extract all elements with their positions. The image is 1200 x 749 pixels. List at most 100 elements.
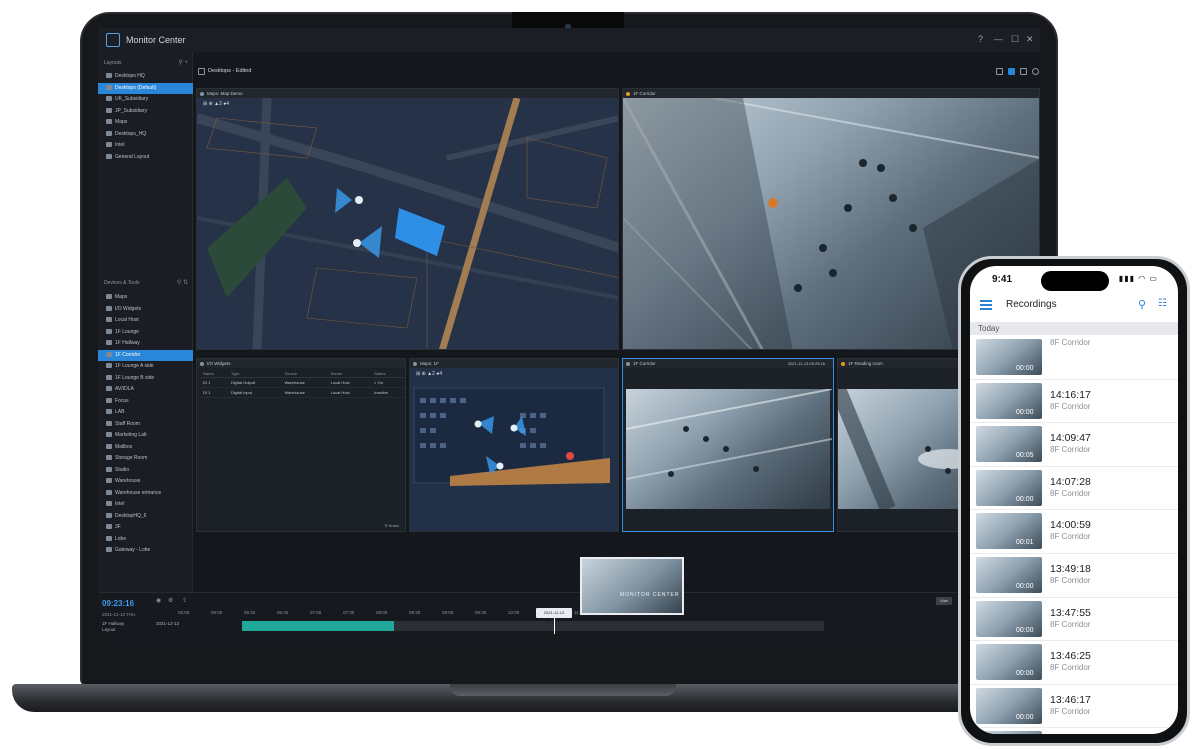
- devices-list: Maps I/O Widgets Local Host 1F Lounge 1F Hal…: [98, 292, 193, 557]
- device-item[interactable]: Gateway - Lobe: [98, 545, 193, 557]
- recording-duration: 00:00: [1016, 365, 1034, 372]
- fullscreen-icon[interactable]: [1032, 68, 1039, 75]
- minimize-button[interactable]: —: [994, 34, 1003, 44]
- device-item-label: Studio: [115, 466, 130, 473]
- recording-item[interactable]: 00:00 8F Corridor: [970, 336, 1178, 380]
- device-item-icon: [106, 443, 112, 449]
- camera-icon[interactable]: [1020, 68, 1027, 75]
- timeline-recording-segment[interactable]: [242, 621, 394, 631]
- device-item[interactable]: Mailbox: [98, 442, 193, 454]
- recording-item[interactable]: 00:01 14:00:59 8F Corridor: [970, 510, 1178, 554]
- layout-item-label: Desktops (Default): [115, 84, 157, 91]
- export-icon[interactable]: ⇪: [182, 597, 187, 604]
- search-icon[interactable]: ⚲: [1138, 298, 1146, 311]
- device-item[interactable]: 3F: [98, 522, 193, 534]
- device-item[interactable]: Lobe: [98, 534, 193, 546]
- view-name[interactable]: Desktops - Edited: [208, 68, 251, 74]
- timeline-tick-label: 08:00: [376, 610, 388, 615]
- playhead-time: 2021-12-13 09:23:16: [536, 608, 572, 625]
- devices-search-icon[interactable]: ⚲ ⇅: [177, 279, 188, 286]
- recording-item[interactable]: 00:00 13:49:18 8F Corridor: [970, 554, 1178, 598]
- recording-item[interactable]: 13:38:45: [970, 728, 1178, 734]
- device-item[interactable]: Local Host: [98, 315, 193, 327]
- device-item[interactable]: 1F Corridor: [98, 349, 193, 361]
- maximize-button[interactable]: ☐: [1011, 34, 1019, 45]
- device-item-label: 1F Corridor: [115, 351, 141, 358]
- device-item[interactable]: LAB: [98, 407, 193, 419]
- layout-grid-icon[interactable]: [198, 68, 205, 75]
- layout-item[interactable]: General Layout: [98, 152, 193, 164]
- map-panel[interactable]: Maps: Map Demo ⊞ ⊕ ▲2 ●4: [196, 88, 619, 350]
- io-widgets-panel[interactable]: I/O Widgets Name Type Source Server Stat…: [196, 358, 406, 532]
- recording-time: 14:09:47: [1050, 432, 1091, 445]
- device-item[interactable]: Intel: [98, 499, 193, 511]
- device-item-icon: [106, 374, 112, 380]
- device-item[interactable]: Storage Room: [98, 453, 193, 465]
- device-item-icon: [106, 455, 112, 461]
- device-item[interactable]: 1F Hallway: [98, 338, 193, 350]
- camera-2-video-feed[interactable]: [625, 388, 833, 509]
- io-status-dot: [200, 362, 204, 366]
- layout-item[interactable]: Maps: [98, 117, 193, 129]
- recording-camera: 8F Corridor: [1050, 706, 1091, 716]
- layouts-search-icon[interactable]: ⚲ +: [178, 59, 188, 66]
- close-button[interactable]: ✕: [1026, 34, 1034, 45]
- layout-item[interactable]: JP_Subsidiary: [98, 106, 193, 118]
- play-icon[interactable]: ◉: [156, 597, 161, 604]
- recording-item[interactable]: 00:00 13:47:55 8F Corridor: [970, 598, 1178, 642]
- device-item[interactable]: Warehouse entrance: [98, 488, 193, 500]
- device-item-icon: [106, 328, 112, 334]
- device-item-label: Mailbox: [115, 443, 133, 450]
- map-panel-title: Maps: Map Demo: [207, 91, 243, 96]
- live-button[interactable]: Live: [936, 597, 952, 605]
- device-item[interactable]: Maps: [98, 292, 193, 304]
- device-item[interactable]: 1F Lounge B side: [98, 373, 193, 385]
- recording-item[interactable]: 00:00 13:46:25 8F Corridor: [970, 641, 1178, 685]
- io-col-name: Name: [201, 370, 229, 378]
- table-row[interactable]: DI 1 Digital Output Warehouse Local Host…: [201, 377, 405, 388]
- filter-icon[interactable]: ☷: [1158, 298, 1167, 309]
- map-tools[interactable]: ⊞ ⊕ ▲2 ●4: [203, 101, 229, 107]
- window-mode-icon[interactable]: [996, 68, 1003, 75]
- help-button[interactable]: ?: [978, 34, 983, 44]
- device-item-icon: [106, 386, 112, 392]
- device-item[interactable]: Marketing Lab: [98, 430, 193, 442]
- device-item[interactable]: Focus: [98, 396, 193, 408]
- recording-item[interactable]: 00:00 14:07:28 8F Corridor: [970, 467, 1178, 511]
- recording-item[interactable]: 00:05 14:09:47 8F Corridor: [970, 423, 1178, 467]
- table-row[interactable]: DI 1 Digital Input Warehouse Local Host …: [201, 387, 405, 398]
- recording-camera: 8F Corridor: [1050, 575, 1091, 585]
- recording-item[interactable]: 00:00 13:46:17 8F Corridor: [970, 685, 1178, 729]
- layout-item[interactable]: Desktops (Default): [98, 82, 193, 94]
- layout-item[interactable]: Desktops_HQ: [98, 129, 193, 141]
- device-item-icon: [106, 524, 112, 530]
- floor-map-panel[interactable]: Maps: 1F ⊞ ⊕ ▲2 ●4: [409, 358, 619, 532]
- device-item[interactable]: 1F Lounge A side: [98, 361, 193, 373]
- device-item[interactable]: Studio: [98, 465, 193, 477]
- device-item[interactable]: I/O Widgets: [98, 304, 193, 316]
- floor-map-tools[interactable]: ⊞ ⊕ ▲2 ●4: [416, 371, 442, 377]
- map-canvas[interactable]: ⊞ ⊕ ▲2 ●4: [197, 97, 618, 349]
- device-item[interactable]: Warehouse: [98, 476, 193, 488]
- recording-item[interactable]: 00:00 14:16:17 8F Corridor: [970, 380, 1178, 424]
- device-item[interactable]: AV/IDLA: [98, 384, 193, 396]
- floor-map-canvas[interactable]: ⊞ ⊕ ▲2 ●4: [410, 368, 618, 531]
- layout-item-label: Desktops HQ: [115, 73, 145, 79]
- settings-icon[interactable]: ⚙: [168, 597, 173, 604]
- io-cell: DI 1: [201, 377, 229, 388]
- menu-icon[interactable]: [980, 300, 992, 310]
- io-notes-button[interactable]: ⚲ Notes: [385, 523, 400, 528]
- layout-item-icon: [106, 153, 112, 159]
- timeline-row-layout: Layout: [102, 627, 116, 632]
- tile-mode-icon[interactable]: [1008, 68, 1015, 75]
- layout-item[interactable]: Intel: [98, 140, 193, 152]
- layout-item[interactable]: Desktops HQ: [98, 71, 193, 83]
- io-toggle[interactable]: ◐ On: [372, 377, 405, 388]
- device-item[interactable]: 1F Lounge: [98, 327, 193, 339]
- camera-panel-1f-corridor-2[interactable]: 1F Corridor 2021-12-13 09:25:16: [622, 358, 834, 532]
- layout-item[interactable]: UK_Subsidiary: [98, 94, 193, 106]
- device-item[interactable]: Staff Room: [98, 419, 193, 431]
- device-item[interactable]: DesktopHQ_6: [98, 511, 193, 523]
- playhead[interactable]: [554, 618, 555, 634]
- camera-1-header: 1F Corridor: [623, 89, 1039, 98]
